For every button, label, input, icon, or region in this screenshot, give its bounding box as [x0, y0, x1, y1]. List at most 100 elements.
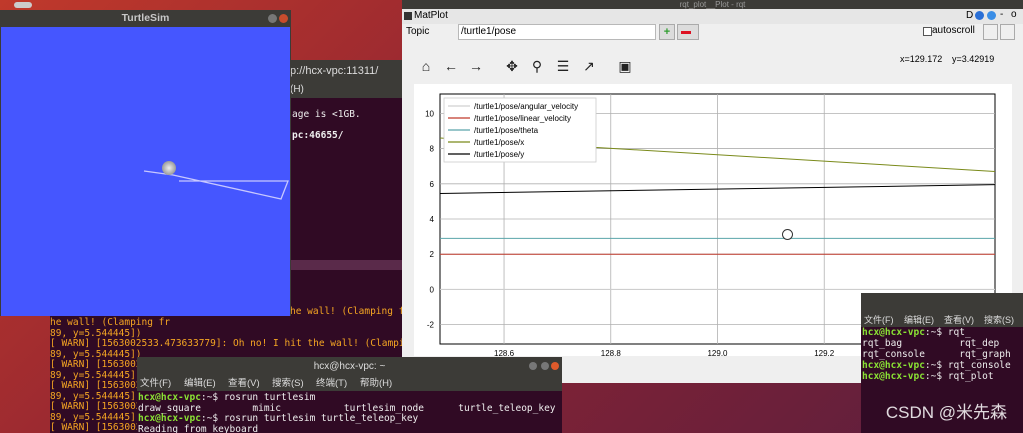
menu-item[interactable]: 查看(V)	[228, 376, 260, 391]
menu-help[interactable]: (H)	[290, 82, 304, 98]
cursor-y-readout: y=3.42919	[952, 54, 995, 64]
terminal-line: age is <1GB.	[292, 109, 361, 120]
minus-icon[interactable]: -	[1000, 9, 1003, 20]
zoom-icon[interactable]: ⚲	[528, 58, 546, 74]
pause-icon[interactable]	[983, 24, 998, 40]
cursor-x-readout: x=129.172	[900, 54, 943, 64]
rqt-title-bar[interactable]: rqt_plot__Plot - rqt	[402, 0, 1023, 9]
legend-label: /turtle1/pose/angular_velocity	[474, 102, 578, 111]
legend-label: /turtle1/pose/x	[474, 138, 524, 147]
x-tick-label: 128.6	[494, 349, 515, 356]
terminal-line: Reading from keyboard	[138, 423, 259, 433]
add-topic-icon[interactable]: +	[659, 24, 675, 40]
prompt: hcx@hcx-vpc	[862, 360, 925, 371]
warn-line: [ WARN] [1563002533.473633779]: Oh no! I…	[50, 338, 405, 349]
command-text: rqt_console	[942, 360, 1011, 371]
close-icon[interactable]	[279, 14, 288, 23]
header-d-label: D	[966, 10, 974, 21]
terminal-title[interactable]: hcx@hcx-vpc: ~	[137, 357, 562, 376]
legend-label: /turtle1/pose/linear_velocity	[474, 114, 571, 123]
turtle-trail-svg	[143, 170, 289, 200]
pan-icon[interactable]: ✥	[503, 58, 521, 74]
terminal-menu-bar: 文件(F)编辑(E)查看(V)搜索(S)终端	[861, 313, 1023, 327]
turtlesim-window[interactable]: TurtleSim	[0, 2, 291, 316]
minimize-icon[interactable]	[268, 14, 277, 23]
terminal-menu-bar: 文件(F) 编辑(E) 查看(V) 搜索(S) 终端(T) 帮助(H)	[137, 376, 562, 391]
cursor-icon	[782, 229, 793, 240]
x-tick-label: 128.8	[601, 349, 622, 356]
prompt-path: :~$	[924, 371, 943, 382]
matplot-icon	[404, 12, 412, 20]
save-icon[interactable]: ▣	[616, 58, 634, 74]
terminal-line: hcx@hcx-vpc:~$ rqt_	[862, 327, 971, 338]
terminal-line: hcx@hcx-vpc:~$ rqt_plot	[862, 371, 994, 382]
matplot-header: MatPlot D - o	[402, 9, 1023, 24]
menu-item[interactable]: 查看(V)	[944, 313, 974, 327]
edit-curves-icon[interactable]: ↗	[580, 58, 598, 74]
y-tick-label: 0	[430, 285, 435, 294]
topic-label: Topic	[406, 26, 430, 37]
terminal-line: pc:46655/	[292, 130, 344, 141]
legend-label: /turtle1/pose/y	[474, 150, 524, 159]
terminal-line: hcx@hcx-vpc:~$ rosrun turtlesim turtle_t…	[138, 413, 419, 425]
turtle-sprite	[162, 161, 176, 175]
terminal-warn-line: he wall! (Clamping fr	[290, 306, 405, 317]
warn-line: he wall! (Clamping fr	[50, 317, 171, 328]
y-tick-label: 4	[430, 215, 435, 224]
prompt: hcx@hcx-vpc	[138, 413, 201, 424]
menu-item[interactable]: 终端(T)	[316, 376, 347, 391]
reload-icon[interactable]	[987, 11, 996, 20]
matplot-label: MatPlot	[414, 10, 448, 21]
terminal-line: hcx@hcx-vpc:~$ rqt_console	[862, 360, 1011, 371]
clear-icon[interactable]	[1000, 24, 1015, 40]
terminal-line: hcx@hcx-vpc:~$ rosrun turtlesim	[138, 392, 316, 404]
autoscroll-checkbox[interactable]	[923, 27, 932, 36]
prompt: hcx@hcx-vpc	[862, 371, 925, 382]
menu-item[interactable]: 编辑(E)	[904, 313, 934, 327]
menu-item[interactable]: 文件(F)	[864, 313, 894, 327]
remove-topic-button[interactable]	[677, 24, 699, 40]
back-icon[interactable]: ←	[442, 58, 460, 74]
help-icon[interactable]	[975, 11, 984, 20]
terminal-line: rqt_console rqt_graph	[862, 349, 1011, 360]
terminal-title-bar[interactable]	[861, 293, 1023, 313]
terminal-line: rqt_bag rqt_dep	[862, 338, 1000, 349]
topic-input-value: /turtle1/pose	[461, 26, 517, 37]
y-tick-label: 2	[430, 250, 435, 259]
configure-icon[interactable]: ☰	[554, 58, 572, 74]
prompt-path: :~$	[924, 327, 943, 338]
menu-item[interactable]: 帮助(H)	[360, 376, 392, 391]
teleop-terminal-window[interactable]: hcx@hcx-vpc: ~ 文件(F) 编辑(E) 查看(V) 搜索(S) 终端(T)…	[137, 357, 562, 433]
menu-item[interactable]: 搜索(S)	[984, 313, 1014, 327]
terminal-title: tp://hcx-vpc:11311/	[287, 65, 379, 77]
maximize-icon[interactable]	[541, 362, 549, 370]
forward-icon[interactable]: →	[467, 58, 485, 74]
home-icon[interactable]: ⌂	[417, 58, 435, 74]
close-icon[interactable]	[551, 362, 559, 370]
terminal-divider	[288, 260, 405, 270]
menu-item[interactable]: 搜索(S)	[272, 376, 304, 391]
remove-topic-icon	[681, 31, 691, 34]
topic-input[interactable]: /turtle1/pose	[458, 24, 656, 40]
command-text: rqt_plot	[942, 371, 994, 382]
minimize-icon[interactable]	[529, 362, 537, 370]
x-tick-label: 129.0	[707, 349, 728, 356]
prompt-path: :~$	[924, 360, 943, 371]
menu-item[interactable]: 编辑(E)	[184, 376, 216, 391]
prompt: hcx@hcx-vpc	[862, 327, 925, 338]
close-icon[interactable]: o	[1011, 9, 1017, 20]
turtlesim-canvas	[1, 27, 290, 316]
prompt: hcx@hcx-vpc	[138, 392, 201, 403]
y-tick-label: -2	[427, 321, 435, 330]
watermark: CSDN @米先森	[885, 403, 1007, 422]
autoscroll-label: autoscroll	[932, 25, 975, 36]
command-text: rqt_	[942, 327, 971, 338]
command-text: rosrun turtlesim turtle_teleop_key	[218, 413, 419, 424]
prompt-path: :~$	[200, 413, 219, 424]
command-text: rosrun turtlesim	[218, 392, 316, 403]
menu-item[interactable]: 文件(F)	[140, 376, 171, 391]
y-tick-label: 8	[430, 145, 435, 154]
legend-label: /turtle1/pose/theta	[474, 126, 539, 135]
x-tick-label: 129.2	[814, 349, 835, 356]
y-tick-label: 6	[430, 180, 435, 189]
